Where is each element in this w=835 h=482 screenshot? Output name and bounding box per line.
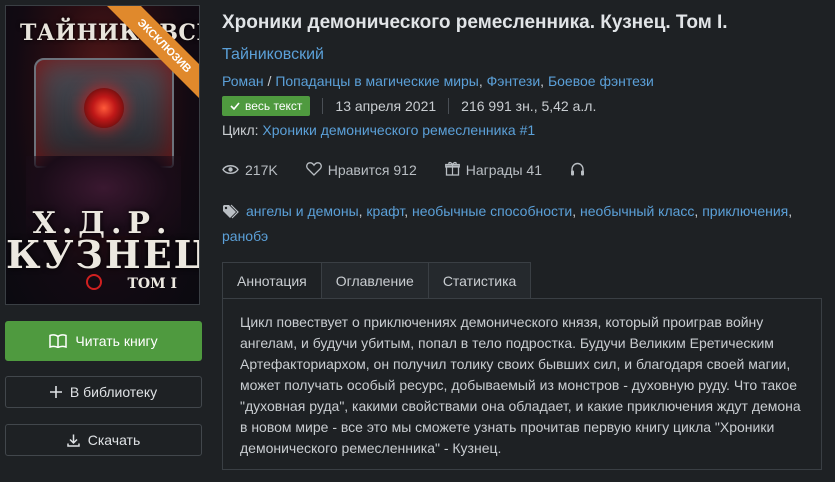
tab-statistics[interactable]: Статистика bbox=[428, 262, 532, 299]
download-button[interactable]: Скачать bbox=[5, 424, 202, 456]
read-book-button[interactable]: Читать книгу bbox=[5, 321, 202, 361]
book-author-link[interactable]: Тайниковский bbox=[222, 46, 324, 64]
download-icon bbox=[67, 434, 80, 447]
genre-comma: , bbox=[478, 73, 487, 89]
genre-link[interactable]: Роман bbox=[222, 73, 264, 89]
genre-list: Роман / Попаданцы в магические миры, Фэн… bbox=[222, 73, 654, 89]
genre-comma: , bbox=[540, 73, 548, 89]
book-tabs: Аннотация Оглавление Статистика bbox=[222, 262, 532, 299]
read-book-label: Читать книгу bbox=[75, 333, 158, 349]
cycle-label: Цикл: bbox=[222, 122, 263, 138]
divider bbox=[322, 98, 324, 114]
tab-contents[interactable]: Оглавление bbox=[321, 262, 429, 299]
stats-row: 217K Нравится 912 Награды 41 bbox=[222, 160, 613, 180]
book-icon bbox=[49, 334, 68, 348]
meta-row: весь текст 13 апреля 2021 216 991 зн., 5… bbox=[222, 96, 596, 116]
tag-link[interactable]: крафт bbox=[366, 203, 404, 219]
genre-link[interactable]: Попаданцы в магические миры bbox=[275, 73, 479, 89]
tag-link[interactable]: необычные способности bbox=[412, 203, 572, 219]
tag-icon bbox=[222, 203, 240, 225]
tag-link[interactable]: необычный класс bbox=[580, 203, 694, 219]
book-title: Хроники демонического ремесленника. Кузн… bbox=[222, 12, 728, 33]
gift-icon bbox=[444, 161, 460, 179]
cycle-info: Цикл: Хроники демонического ремесленника… bbox=[222, 122, 535, 138]
add-to-library-label: В библиотеку bbox=[69, 384, 158, 400]
cover-emblem bbox=[86, 274, 102, 290]
publish-date: 13 апреля 2021 bbox=[335, 98, 437, 114]
status-badge: весь текст bbox=[222, 96, 311, 116]
tag-comma: , bbox=[404, 203, 412, 219]
tag-list: ангелы и демоны, крафт, необычные способ… bbox=[222, 200, 802, 247]
cover-volume: ТОМ I bbox=[127, 276, 177, 292]
views-count: 217K bbox=[245, 162, 278, 178]
annotation-panel: Цикл повествует о приключениях демоничес… bbox=[222, 298, 822, 470]
tag-comma: , bbox=[788, 203, 793, 219]
likes-stat[interactable]: Нравится 912 bbox=[305, 161, 417, 179]
genre-link[interactable]: Фэнтези bbox=[487, 73, 541, 89]
check-icon bbox=[230, 99, 240, 113]
tag-comma: , bbox=[572, 203, 580, 219]
likes-label: Нравится 912 bbox=[327, 162, 417, 178]
genre-separator: / bbox=[263, 73, 276, 89]
book-cover[interactable]: ТАЙНИКОВСКИЙ ЭКСКЛЮЗИВ Х.Д.Р. КУЗНЕЦ ТОМ… bbox=[5, 5, 200, 305]
tag-link[interactable]: ангелы и демоны bbox=[246, 203, 359, 219]
add-to-library-button[interactable]: В библиотеку bbox=[5, 376, 202, 408]
status-badge-label: весь текст bbox=[245, 99, 303, 113]
tag-link[interactable]: ранобэ bbox=[222, 228, 268, 244]
cycle-link[interactable]: Хроники демонического ремесленника #1 bbox=[262, 122, 535, 138]
tab-annotation[interactable]: Аннотация bbox=[222, 262, 322, 299]
book-size: 216 991 зн., 5,42 а.л. bbox=[461, 98, 597, 114]
download-label: Скачать bbox=[87, 432, 141, 448]
annotation-text: Цикл повествует о приключениях демоничес… bbox=[240, 314, 801, 456]
divider bbox=[448, 98, 450, 114]
awards-label: Награды 41 bbox=[465, 162, 543, 178]
eye-icon bbox=[222, 162, 239, 178]
tag-link[interactable]: приключения bbox=[702, 203, 788, 219]
plus-icon bbox=[49, 386, 62, 398]
genre-link[interactable]: Боевое фэнтези bbox=[548, 73, 654, 89]
views-stat: 217K bbox=[222, 162, 278, 178]
headphones-icon bbox=[570, 162, 585, 179]
cover-eye-art bbox=[84, 88, 124, 128]
awards-stat[interactable]: Награды 41 bbox=[444, 161, 543, 179]
cover-title: КУЗНЕЦ bbox=[6, 232, 200, 277]
heart-icon bbox=[305, 161, 322, 179]
audiobook-stat[interactable] bbox=[570, 162, 585, 179]
